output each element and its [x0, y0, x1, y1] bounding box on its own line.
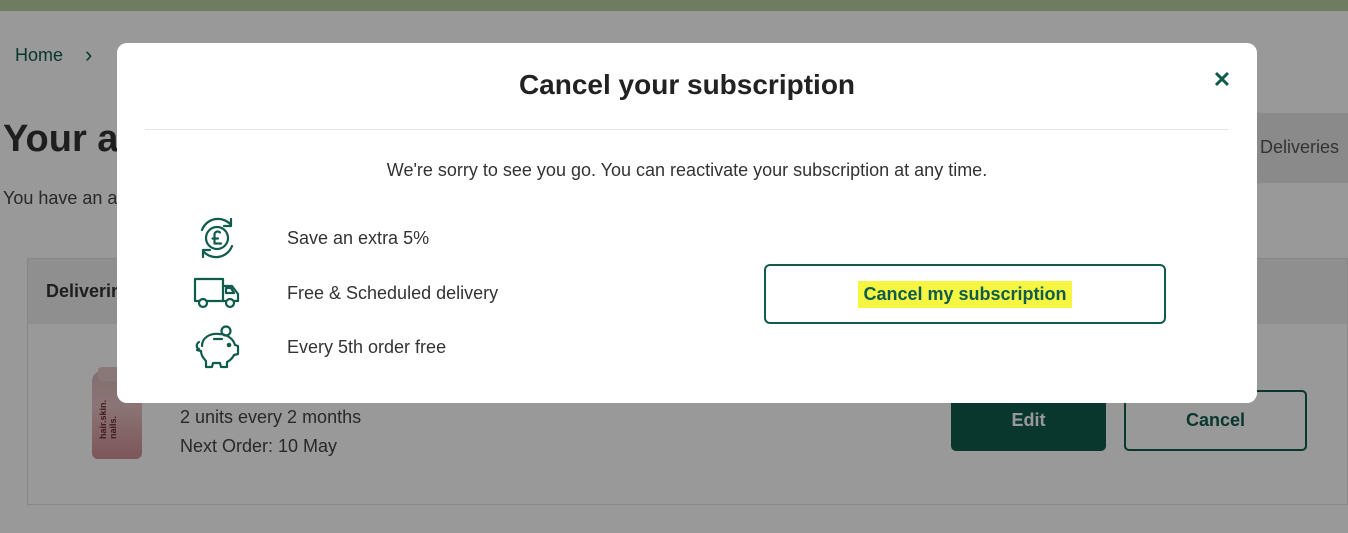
benefit-item: Save an extra 5%	[191, 214, 429, 262]
benefit-text: Free & Scheduled delivery	[287, 282, 499, 303]
modal-divider	[145, 129, 1228, 130]
benefit-item: Every 5th order free	[191, 323, 446, 371]
piggy-bank-icon	[191, 323, 243, 371]
benefit-text: Every 5th order free	[287, 336, 447, 357]
benefit-item: Free & Scheduled delivery	[191, 269, 498, 317]
cancel-my-subscription-button[interactable]: Cancel my subscription	[764, 264, 1166, 324]
close-icon[interactable]: ✕	[1209, 67, 1235, 93]
cancel-my-subscription-label: Cancel my subscription	[858, 280, 1072, 308]
benefit-text: Save an extra 5%	[287, 227, 430, 248]
cancel-subscription-modal: Cancel your subscription ✕ We're sorry t…	[117, 43, 1257, 403]
pound-refresh-icon	[191, 214, 243, 262]
delivery-truck-icon	[191, 269, 243, 317]
modal-message: We're sorry to see you go. You can react…	[386, 160, 988, 180]
modal-title: Cancel your subscription	[518, 69, 856, 100]
